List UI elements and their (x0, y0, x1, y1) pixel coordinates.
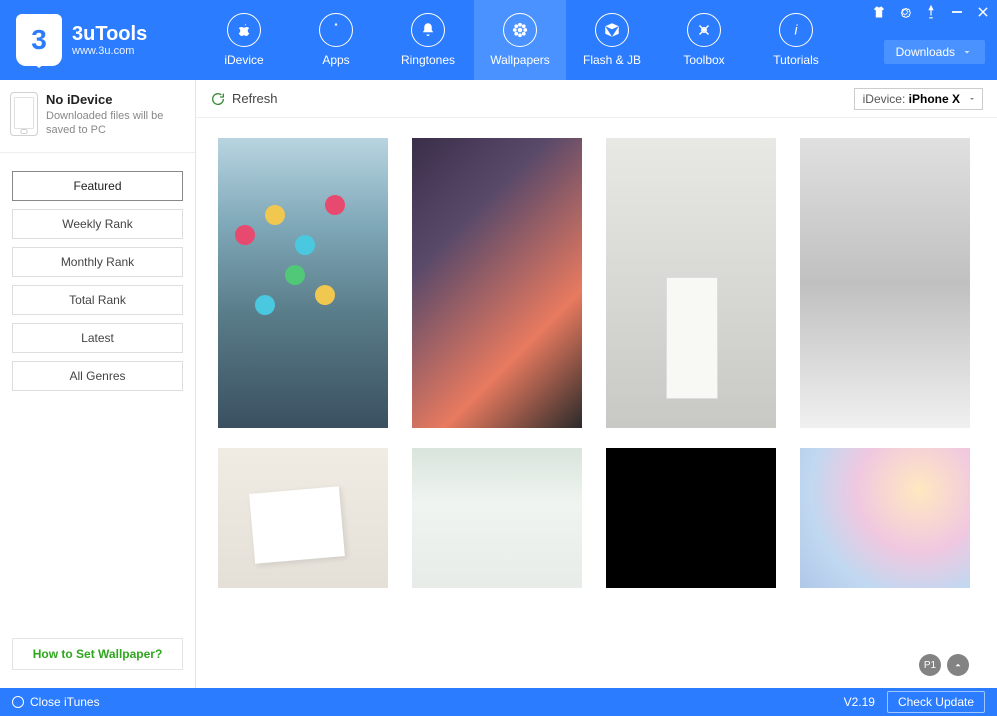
wrench-icon (687, 13, 721, 47)
check-update-button[interactable]: Check Update (887, 691, 985, 713)
nav-tab-apps[interactable]: Apps (290, 0, 382, 80)
filter-weekly-rank[interactable]: Weekly Rank (12, 209, 183, 239)
logo-section: 3 3uTools www.3u.com (0, 14, 198, 66)
wallpaper-thumb[interactable] (606, 138, 776, 428)
nav-tab-tutorials[interactable]: i Tutorials (750, 0, 842, 80)
info-icon: i (779, 13, 813, 47)
appstore-icon (319, 13, 353, 47)
nav-tab-ringtones[interactable]: Ringtones (382, 0, 474, 80)
device-status-title: No iDevice (46, 92, 185, 107)
main-panel: Refresh iDevice: iPhone X P1 (196, 80, 997, 688)
refresh-button[interactable]: Refresh (210, 91, 278, 107)
downloads-label: Downloads (896, 45, 955, 59)
nav-label: Tutorials (773, 53, 819, 67)
download-icon (961, 46, 973, 58)
wallpaper-thumb[interactable] (412, 448, 582, 588)
nav-label: Ringtones (401, 53, 455, 67)
wallpaper-grid: P1 (196, 118, 997, 688)
app-header: 3 3uTools www.3u.com iDevice Apps Ringto… (0, 0, 997, 80)
device-status: No iDevice Downloaded files will be save… (0, 80, 195, 153)
filter-all-genres[interactable]: All Genres (12, 361, 183, 391)
wallpaper-thumb[interactable] (606, 448, 776, 588)
filter-total-rank[interactable]: Total Rank (12, 285, 183, 315)
shirt-icon[interactable] (871, 4, 887, 20)
box-icon (595, 13, 629, 47)
app-logo-icon: 3 (16, 14, 62, 66)
howto-set-wallpaper-link[interactable]: How to Set Wallpaper? (12, 638, 183, 670)
svg-text:i: i (795, 23, 799, 38)
refresh-icon (210, 91, 226, 107)
close-icon[interactable] (975, 4, 991, 20)
chevron-down-icon (968, 95, 976, 103)
wallpaper-thumb[interactable] (800, 138, 970, 428)
nav-label: iDevice (224, 53, 263, 67)
refresh-label: Refresh (232, 91, 278, 106)
filter-monthly-rank[interactable]: Monthly Rank (12, 247, 183, 277)
minimize-icon[interactable] (949, 4, 965, 20)
close-itunes-label: Close iTunes (30, 695, 100, 709)
pin-icon[interactable] (923, 4, 939, 20)
device-select-prefix: iDevice: (863, 92, 906, 106)
device-status-sub: Downloaded files will be saved to PC (46, 109, 185, 138)
page-number-badge[interactable]: P1 (919, 654, 941, 676)
status-bar: Close iTunes V2.19 Check Update (0, 688, 997, 716)
app-title: 3uTools (72, 23, 147, 45)
nav-tab-flash-jb[interactable]: Flash & JB (566, 0, 658, 80)
device-select[interactable]: iDevice: iPhone X (854, 88, 983, 110)
page-indicator: P1 (919, 654, 969, 676)
scroll-top-button[interactable] (947, 654, 969, 676)
device-select-value: iPhone X (909, 92, 960, 106)
flower-icon (503, 13, 537, 47)
wallpaper-thumb[interactable] (800, 448, 970, 588)
nav-label: Apps (322, 53, 349, 67)
filter-featured[interactable]: Featured (12, 171, 183, 201)
nav-label: Flash & JB (583, 53, 641, 67)
circle-icon (12, 696, 24, 708)
wallpaper-thumb[interactable] (218, 448, 388, 588)
gear-icon[interactable] (897, 4, 913, 20)
downloads-button[interactable]: Downloads (884, 40, 985, 64)
wallpaper-thumb[interactable] (412, 138, 582, 428)
wallpaper-thumb[interactable] (218, 138, 388, 428)
nav-tabs: iDevice Apps Ringtones Wallpapers Flash … (198, 0, 842, 80)
window-controls (871, 4, 991, 20)
toolbar: Refresh iDevice: iPhone X (196, 80, 997, 118)
filter-list: Featured Weekly Rank Monthly Rank Total … (0, 153, 195, 391)
nav-label: Wallpapers (490, 53, 550, 67)
close-itunes-button[interactable]: Close iTunes (12, 695, 100, 709)
app-subtitle: www.3u.com (72, 45, 147, 57)
nav-tab-wallpapers[interactable]: Wallpapers (474, 0, 566, 80)
sidebar: No iDevice Downloaded files will be save… (0, 80, 196, 688)
nav-tab-idevice[interactable]: iDevice (198, 0, 290, 80)
nav-label: Toolbox (683, 53, 724, 67)
phone-icon (10, 92, 38, 136)
apple-icon (227, 13, 261, 47)
filter-latest[interactable]: Latest (12, 323, 183, 353)
nav-tab-toolbox[interactable]: Toolbox (658, 0, 750, 80)
version-label: V2.19 (844, 695, 875, 709)
bell-icon (411, 13, 445, 47)
